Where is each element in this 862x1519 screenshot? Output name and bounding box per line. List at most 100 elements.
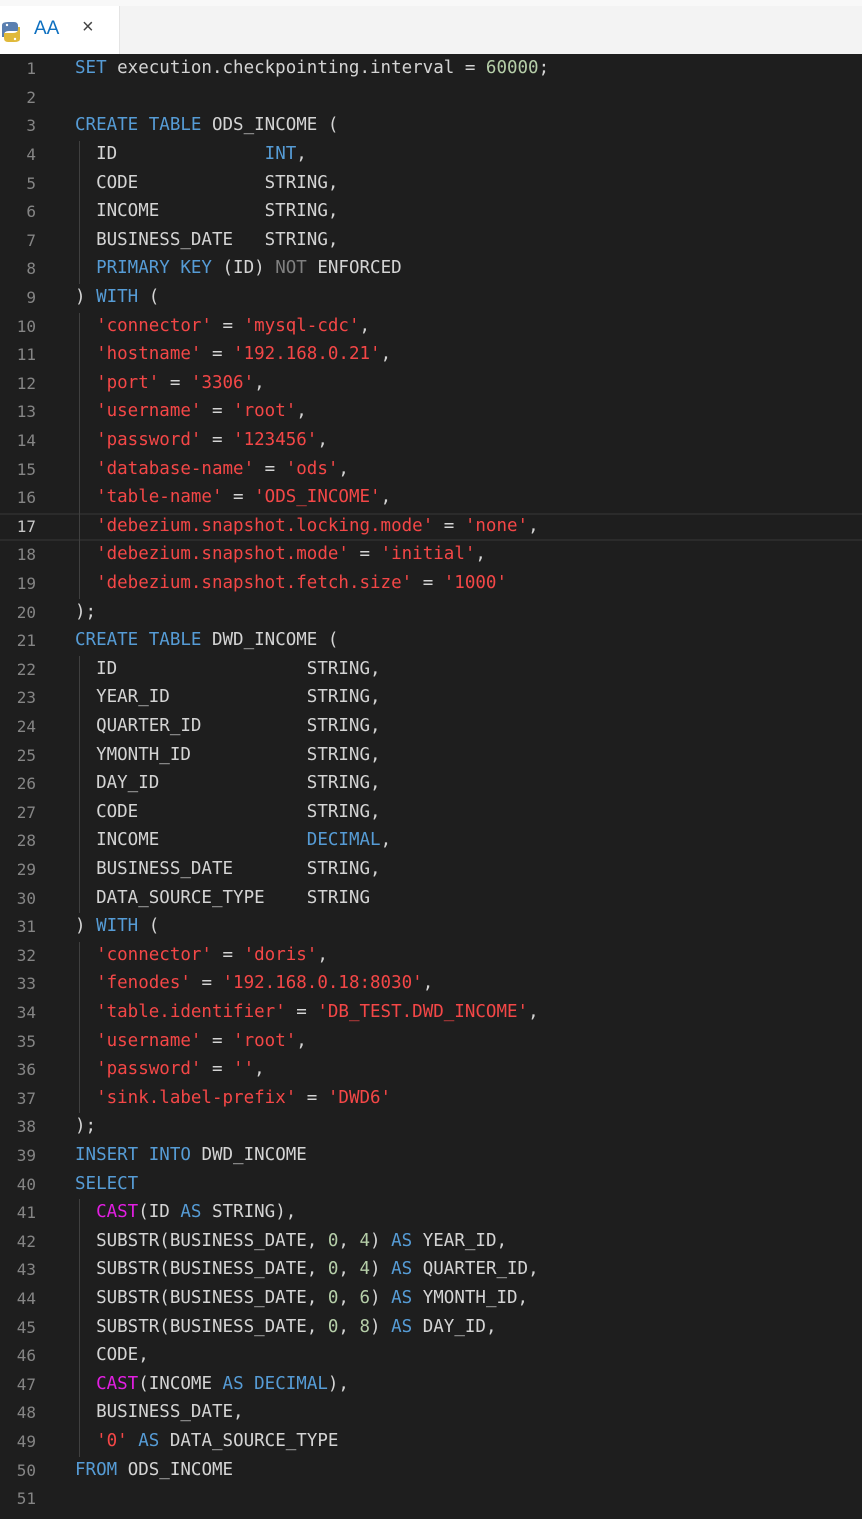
close-icon[interactable]: ×	[82, 16, 94, 39]
code-line[interactable]: 12 'port' = '3306',	[0, 370, 862, 399]
code-token: QUARTER_ID,	[412, 1259, 539, 1280]
code-line[interactable]: 28 INCOME DECIMAL,	[0, 827, 862, 856]
code-line[interactable]: 17 'debezium.snapshot.locking.mode' = 'n…	[0, 512, 862, 542]
code-token: )	[370, 1230, 392, 1251]
code-text: CAST(ID AS STRING),	[75, 1202, 296, 1222]
line-number: 44	[16, 1289, 36, 1308]
code-token: ,	[422, 973, 434, 994]
code-line[interactable]: 11 'hostname' = '192.168.0.21',	[0, 341, 862, 370]
code-text: 'password' = '',	[75, 1059, 265, 1079]
code-line[interactable]: 40 SELECT	[0, 1171, 862, 1200]
code-line[interactable]: 27 CODE STRING,	[0, 799, 862, 828]
code-line[interactable]: 13 'username' = 'root',	[0, 398, 862, 427]
code-token: BUSINESS_DATE STRING,	[75, 859, 381, 879]
code-line[interactable]: 5 CODE STRING,	[0, 170, 862, 199]
code-line[interactable]: 25 YMONTH_ID STRING,	[0, 742, 862, 771]
code-line[interactable]: 48 BUSINESS_DATE,	[0, 1399, 862, 1428]
code-line[interactable]: 49 '0' AS DATA_SOURCE_TYPE	[0, 1428, 862, 1457]
code-line[interactable]: 35 'username' = 'root',	[0, 1028, 862, 1057]
code-line[interactable]: 8 PRIMARY KEY (ID) NOT ENFORCED	[0, 255, 862, 284]
code-token: INCOME	[75, 830, 307, 851]
code-text: DAY_ID STRING,	[75, 773, 380, 793]
line-number: 37	[16, 1088, 36, 1108]
code-line[interactable]: 41 CAST(ID AS STRING),	[0, 1199, 862, 1228]
code-token: '192.168.0.21'	[233, 344, 381, 365]
line-number: 22	[16, 659, 36, 679]
code-line[interactable]: 6 INCOME STRING,	[0, 198, 862, 227]
code-line[interactable]: 15 'database-name' = 'ods',	[0, 456, 862, 485]
code-text: CREATE TABLE DWD_INCOME (	[75, 630, 338, 650]
code-text: );	[75, 1116, 96, 1136]
code-text: SUBSTR(BUSINESS_DATE, 0, 4) AS YEAR_ID,	[75, 1231, 507, 1251]
code-line[interactable]: 9) WITH (	[0, 284, 862, 313]
code-line[interactable]: 7 BUSINESS_DATE STRING,	[0, 227, 862, 256]
code-line[interactable]: 21 CREATE TABLE DWD_INCOME (	[0, 627, 862, 656]
code-token: 4	[359, 1259, 371, 1280]
code-text: INCOME DECIMAL,	[75, 830, 391, 850]
code-line[interactable]: 45 SUBSTR(BUSINESS_DATE, 0, 8) AS DAY_ID…	[0, 1314, 862, 1343]
code-line[interactable]: 44 SUBSTR(BUSINESS_DATE, 0, 6) AS YMONTH…	[0, 1285, 862, 1314]
code-line[interactable]: 42 SUBSTR(BUSINESS_DATE, 0, 4) AS YEAR_I…	[0, 1228, 862, 1257]
code-line[interactable]: 47 CAST(INCOME AS DECIMAL),	[0, 1371, 862, 1400]
code-line[interactable]: 50 FROM ODS_INCOME	[0, 1457, 862, 1486]
code-line[interactable]: 14 'password' = '123456',	[0, 427, 862, 456]
line-number: 25	[16, 745, 36, 765]
code-text: 'password' = '123456',	[75, 430, 328, 450]
code-token: 'username'	[96, 1030, 202, 1051]
code-line[interactable]: 20);	[0, 599, 862, 628]
code-token: ,	[296, 1030, 307, 1051]
line-number: 11	[16, 345, 36, 365]
code-line[interactable]: 33 'fenodes' = '192.168.0.18:8030',	[0, 970, 862, 999]
code-line[interactable]: 26 DAY_ID STRING,	[0, 770, 862, 799]
code-token: 8	[359, 1316, 371, 1337]
code-text: BUSINESS_DATE STRING,	[75, 859, 381, 879]
code-line[interactable]: 1 SET execution.checkpointing.interval = …	[0, 55, 862, 84]
indent-guide	[79, 141, 80, 284]
editor-tab[interactable]: AA ×	[0, 6, 120, 54]
code-line[interactable]: 39 INSERT INTO DWD_INCOME	[0, 1142, 862, 1171]
code-text: 'username' = 'root',	[75, 1031, 307, 1051]
line-number: 6	[26, 202, 36, 222]
code-token: CAST	[96, 1202, 139, 1223]
code-line[interactable]: 52	[0, 1514, 862, 1519]
code-line[interactable]: 3 CREATE TABLE ODS_INCOME (	[0, 112, 862, 141]
code-line[interactable]: 23 YEAR_ID STRING,	[0, 684, 862, 713]
code-line[interactable]: 43 SUBSTR(BUSINESS_DATE, 0, 4) AS QUARTE…	[0, 1256, 862, 1285]
code-line[interactable]: 10 'connector' = 'mysql-cdc',	[0, 313, 862, 342]
code-text: 'debezium.snapshot.locking.mode' = 'none…	[75, 516, 539, 536]
code-line[interactable]: 2	[0, 84, 862, 113]
code-line[interactable]: 51	[0, 1485, 862, 1514]
code-line[interactable]: 4 ID INT,	[0, 141, 862, 170]
line-number: 19	[16, 574, 36, 593]
code-line[interactable]: 36 'password' = '',	[0, 1056, 862, 1085]
code-token: YEAR_ID STRING,	[75, 687, 381, 708]
code-line[interactable]: 32 'connector' = 'doris',	[0, 942, 862, 971]
code-line[interactable]: 30 DATA_SOURCE_TYPE STRING	[0, 885, 862, 914]
code-line[interactable]: 37 'sink.label-prefix' = 'DWD6'	[0, 1085, 862, 1114]
code-editor[interactable]: 1 SET execution.checkpointing.interval = …	[0, 54, 862, 1519]
code-line[interactable]: 46 CODE,	[0, 1342, 862, 1371]
code-token: ,	[380, 344, 392, 365]
code-line[interactable]: 16 'table-name' = 'ODS_INCOME',	[0, 484, 862, 513]
code-line[interactable]: 22 ID STRING,	[0, 656, 862, 685]
code-token: ,	[317, 430, 328, 450]
code-token: SUBSTR(BUSINESS_DATE,	[75, 1259, 328, 1280]
code-text: 'debezium.snapshot.mode' = 'initial',	[75, 544, 486, 564]
indent-guide	[79, 1199, 80, 1457]
code-line[interactable]: 31) WITH (	[0, 913, 862, 942]
code-text: 'table-name' = 'ODS_INCOME',	[75, 487, 391, 507]
code-line[interactable]: 29 BUSINESS_DATE STRING,	[0, 856, 862, 885]
code-line[interactable]: 24 QUARTER_ID STRING,	[0, 713, 862, 742]
code-token: =	[201, 344, 234, 365]
code-token: (INCOME	[138, 1373, 223, 1394]
line-number: 35	[16, 1031, 36, 1051]
code-line[interactable]: 19 'debezium.snapshot.fetch.size' = '100…	[0, 570, 862, 599]
line-number: 18	[16, 545, 36, 565]
code-text: BUSINESS_DATE STRING,	[75, 230, 338, 250]
code-line[interactable]: 18 'debezium.snapshot.mode' = 'initial',	[0, 541, 862, 570]
code-line[interactable]: 38);	[0, 1113, 862, 1142]
code-token: 'root'	[233, 1030, 297, 1051]
tab-bar: AA ×	[0, 0, 862, 55]
code-line[interactable]: 34 'table.identifier' = 'DB_TEST.DWD_INC…	[0, 999, 862, 1028]
